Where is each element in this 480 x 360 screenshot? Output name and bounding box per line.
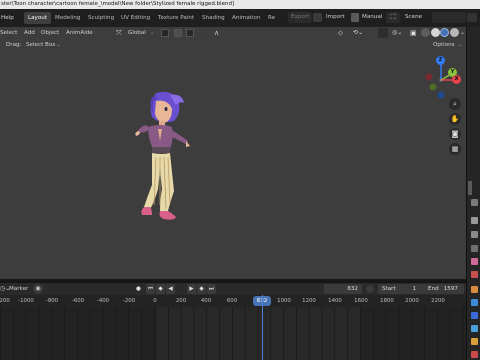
pivot-icon[interactable]	[161, 29, 169, 37]
playhead-line[interactable]	[262, 295, 263, 360]
view-layer-tab-icon[interactable]	[471, 245, 478, 252]
pan-hand-icon[interactable]: ✋	[449, 113, 461, 125]
tab-uv-editing[interactable]: UV Editing	[117, 12, 154, 24]
object-tab-icon[interactable]	[471, 286, 478, 293]
auto-keying-icon[interactable]: ◉	[33, 284, 43, 294]
modifier-tab-icon[interactable]	[471, 299, 478, 306]
tab-rendering[interactable]: Re	[264, 12, 279, 24]
chevron-down-icon: ⌄	[458, 42, 463, 48]
properties-tabs	[466, 27, 480, 360]
current-frame-field[interactable]: 832	[324, 284, 362, 294]
tab-sculpting[interactable]: Sculpting	[84, 12, 118, 24]
timeline-ruler[interactable]: -1200 -1000 -800 -600 -400 -200 0 200 40…	[0, 295, 466, 307]
z-axis-handle[interactable]: Z	[436, 56, 445, 65]
render-tab-icon[interactable]	[471, 217, 478, 224]
viewport-header: Select Add Object AnimAide ⤧ Global ⌄ ∧ …	[0, 27, 466, 39]
timeline-header: ◷⌄ Marker ◉ ● ⏮ ◆ ◀ ▶ ◆ ⏭ 832 Start 1 En…	[0, 283, 466, 295]
drag-label: Drag:	[6, 42, 22, 48]
marker-menu[interactable]: Marker	[9, 284, 28, 294]
start-value: 1	[412, 286, 416, 292]
import-icon	[313, 13, 322, 22]
menu-object[interactable]: Object	[41, 28, 59, 38]
camera-view-icon[interactable]: ◙	[449, 128, 461, 140]
zoom-icon[interactable]: ⌕	[449, 98, 461, 110]
manual-icon	[351, 13, 359, 22]
end-label: End	[428, 286, 439, 292]
window-title: ster\Toon character\cartoon female_\mode…	[0, 0, 480, 9]
tab-shading[interactable]: Shading	[198, 12, 229, 24]
rendered-shading-icon[interactable]	[450, 28, 459, 37]
overlay-toggle-icon[interactable]	[378, 28, 388, 38]
chevron-down-icon: ⌄	[150, 30, 155, 36]
3d-viewport[interactable]: Select Add Object AnimAide ⤧ Global ⌄ ∧ …	[0, 27, 466, 279]
jump-start-icon[interactable]: ⏮	[146, 284, 155, 294]
manual-button[interactable]: Manual	[359, 12, 385, 23]
tab-layout[interactable]: Layout	[24, 12, 52, 24]
physics-tab-icon[interactable]	[471, 325, 478, 332]
transform-orientation-dropdown[interactable]: Global	[128, 28, 146, 38]
jump-end-icon[interactable]: ⏭	[207, 284, 216, 294]
play-icon[interactable]: ▶	[187, 284, 196, 294]
scene-field[interactable]	[432, 12, 466, 23]
region-toggle-handle[interactable]	[468, 181, 472, 195]
proportional-edit-icon[interactable]	[201, 29, 209, 37]
timeline-keyframe-area[interactable]	[0, 307, 466, 360]
material-shading-icon[interactable]	[440, 28, 449, 37]
orientation-icon: ⤧	[116, 29, 122, 37]
scene-selector-icon[interactable]: ⛶	[386, 12, 400, 23]
ruler-tick: 600	[226, 298, 238, 304]
import-button[interactable]: Import	[323, 12, 348, 23]
gizmo-toggle-icon[interactable]: ⟲⌄	[353, 28, 365, 38]
view-layer-icon[interactable]	[467, 13, 477, 22]
next-keyframe-icon[interactable]: ◆	[197, 284, 206, 294]
preview-range-icon[interactable]	[366, 285, 374, 293]
solid-shading-icon[interactable]	[431, 28, 440, 37]
export-button[interactable]: Export	[288, 12, 313, 23]
data-tab-icon[interactable]	[471, 351, 478, 358]
workspace-bar: Help Layout Modeling Sculpting UV Editin…	[0, 9, 480, 27]
end-value: 1597	[443, 286, 458, 292]
snap-toggle-icon[interactable]	[174, 29, 182, 37]
overlays-dropdown-icon[interactable]: ◎⌄	[392, 28, 404, 38]
constraints-tab-icon[interactable]	[471, 338, 478, 345]
snap-target-icon[interactable]	[186, 29, 194, 37]
particles-tab-icon[interactable]	[471, 312, 478, 319]
menu-select[interactable]: Select	[0, 28, 17, 38]
tab-animation[interactable]: Animation	[228, 12, 265, 24]
frame-grid	[155, 307, 360, 360]
drag-select-dropdown[interactable]: Select Box	[26, 40, 55, 50]
output-tab-icon[interactable]	[471, 231, 478, 238]
prev-keyframe-icon[interactable]: ◆	[156, 284, 165, 294]
menu-add[interactable]: Add	[24, 28, 35, 38]
tool-tab-icon[interactable]	[471, 199, 478, 206]
menu-help[interactable]: Help	[1, 13, 14, 23]
falloff-icon[interactable]: ∧	[214, 28, 224, 38]
tab-modeling[interactable]: Modeling	[51, 12, 84, 24]
play-reverse-icon[interactable]: ◀	[166, 284, 175, 294]
end-frame-field[interactable]: End 1597	[424, 284, 464, 294]
start-label: Start	[382, 286, 396, 292]
world-tab-icon[interactable]	[471, 271, 478, 278]
tab-texture-paint[interactable]: Texture Paint	[154, 12, 198, 24]
start-frame-field[interactable]: Start 1	[378, 284, 426, 294]
scene-tab-icon[interactable]	[471, 258, 478, 265]
visibility-icon[interactable]: ⬦	[338, 28, 348, 38]
frame-grid	[360, 307, 466, 360]
chevron-down-icon: ⌄	[56, 42, 61, 48]
options-dropdown[interactable]: Options	[433, 40, 455, 50]
ruler-tick: 2200	[431, 298, 445, 304]
frame-grid	[0, 307, 155, 360]
character-model[interactable]	[130, 91, 190, 241]
perspective-grid-icon[interactable]: ▦	[449, 143, 461, 155]
menu-animaide[interactable]: AnimAide	[66, 28, 93, 38]
wireframe-shading-icon[interactable]	[421, 28, 430, 37]
scene-label[interactable]: Scene	[402, 12, 425, 23]
xray-icon[interactable]: ▣	[410, 28, 419, 38]
record-icon[interactable]: ●	[134, 284, 143, 294]
x-axis-handle[interactable]: X	[452, 75, 461, 84]
